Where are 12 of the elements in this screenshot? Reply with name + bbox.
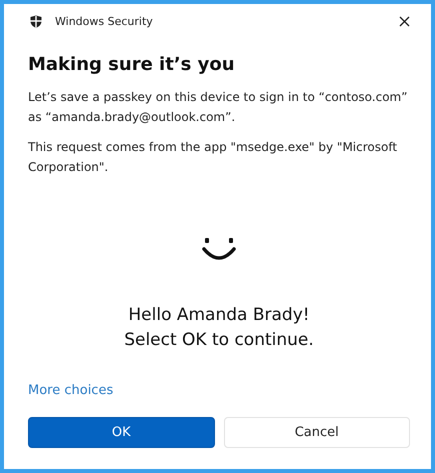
greeting-text: Hello Amanda Brady! (128, 304, 310, 327)
message-text: Let’s save a passkey on this device to sign in to “contoso.com” as “amanda.brady@outlook.com”. (28, 89, 408, 126)
window-title: Windows Security (55, 14, 154, 28)
greeting-text: Select OK to continue. (124, 329, 314, 352)
more-choices-link[interactable]: More choices (28, 383, 114, 398)
cancel-button[interactable]: Cancel (224, 417, 410, 448)
smiley-face-icon (202, 237, 236, 261)
message-text: This request comes from the app "msedge.exe" by "Microsoft Corporation". (28, 139, 398, 176)
shield-icon (30, 14, 42, 28)
ok-button[interactable]: OK (28, 417, 214, 448)
dialog-heading: Making sure it’s you (28, 54, 236, 75)
close-icon[interactable] (399, 16, 410, 26)
